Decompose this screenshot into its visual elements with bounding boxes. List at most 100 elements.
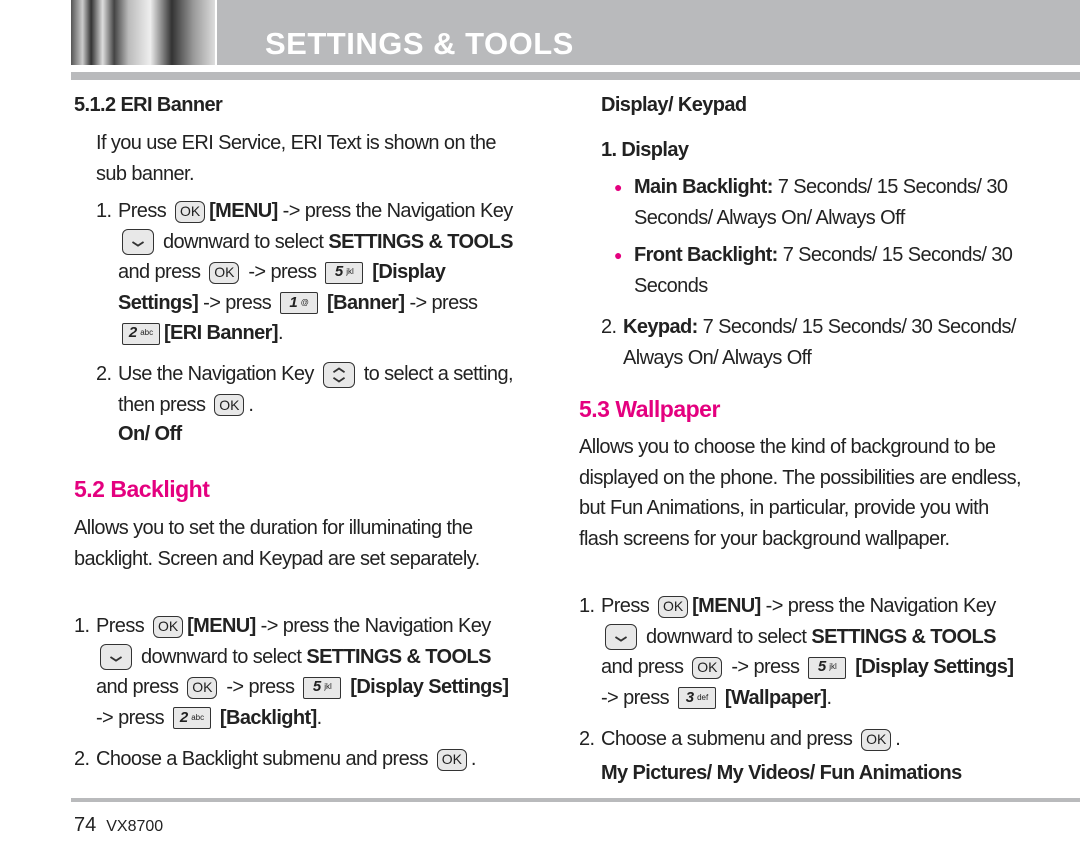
text-body: Choose a Backlight submenu and press OK. — [96, 744, 476, 775]
text-run: 5.3 Wallpaper — [579, 396, 720, 422]
bullet-icon: ● — [614, 179, 622, 195]
text-run: 5.2 Backlight — [74, 476, 210, 502]
text-run: -> press — [243, 261, 322, 283]
text-body: 1. Display — [601, 139, 689, 161]
subheading: My Pictures/ My Videos/ Fun Animations — [601, 758, 1024, 789]
list-item: 1. Press OK [MENU] -> press the Navigation… — [579, 591, 1024, 713]
text-run: [Display Settings] — [345, 676, 509, 698]
subheading: 1. Display — [601, 135, 1024, 166]
text-body: Press OK [MENU] -> press the Navigation K… — [601, 591, 1024, 713]
text-run: . — [826, 686, 832, 709]
text-run: On/ Off — [118, 423, 182, 445]
text-run: [MENU] — [692, 595, 761, 617]
text-run: downward to select — [641, 625, 812, 648]
text-body: Allows you to choose the kind of backgro… — [579, 436, 1022, 550]
text-body: On/ Off — [118, 423, 182, 445]
key-label: OK — [192, 679, 213, 696]
text-run: Choose a submenu and press — [601, 728, 858, 750]
list-number: 2. — [601, 316, 617, 338]
text-run: . — [316, 706, 323, 729]
text-run: SETTINGS & TOOLS — [328, 230, 513, 253]
ok-key-icon: OK — [209, 261, 240, 284]
text-body: Front Backlight: 7 Seconds/ 15 Seconds/ … — [634, 240, 1024, 301]
text-body: 5.2 Backlight — [74, 476, 210, 502]
list-item: 2. Choose a Backlight submenu and press O… — [74, 744, 519, 775]
text-run: Display/ Keypad — [601, 94, 747, 116]
text-body: If you use ERI Service, ERI Text is show… — [96, 132, 497, 185]
text-run: SETTINGS & TOOLS — [306, 645, 491, 668]
text-run: Keypad: — [623, 316, 698, 338]
key-label: OK — [441, 751, 463, 768]
text-run: and press — [601, 656, 689, 678]
text-body: Use the Navigation Key to select a setti… — [118, 359, 519, 420]
nav-down-key-icon — [605, 624, 637, 651]
text-run: -> press — [404, 291, 478, 314]
list-item: 1. Press OK [MENU] -> press the Navigation… — [96, 196, 519, 349]
text-run: 1. Display — [601, 139, 689, 161]
ok-key-icon: OK — [175, 200, 206, 223]
key-k2-icon: 2 abc — [122, 322, 160, 345]
key-letters: jkl — [829, 662, 837, 672]
model-name: VX8700 — [106, 818, 164, 835]
ok-key-icon: OK — [861, 728, 892, 751]
list-number: 2. — [74, 748, 90, 770]
key-digit: 5 — [312, 678, 322, 696]
paragraph: Allows you to set the duration for illum… — [74, 513, 519, 574]
text-run: [Banner] — [322, 291, 405, 314]
text-run: Choose a Backlight submenu and press — [96, 748, 433, 770]
ok-key-icon: OK — [214, 394, 245, 417]
text-run: . — [277, 322, 284, 344]
text-run: [ERI Banner] — [164, 322, 279, 344]
list-item: 1. Press OK [MENU] -> press the Navigation… — [74, 611, 519, 733]
text-run: My Pictures/ My Videos/ Fun Animations — [601, 762, 962, 784]
key-label: OK — [697, 659, 718, 676]
key-digit: 2 — [128, 324, 138, 342]
text-run: -> press the Navigation Key — [277, 200, 514, 222]
key-k5-icon: 5 jkl — [808, 656, 847, 679]
key-label: OK — [157, 618, 179, 635]
text-run: -> press — [221, 676, 300, 698]
text-run: [Wallpaper] — [719, 686, 827, 709]
footer: 74 VX8700 — [74, 814, 163, 837]
list-item: 2. Use the Navigation Key to select a set… — [96, 359, 519, 420]
section-heading: 5.2 Backlight — [74, 474, 519, 505]
key-label: OK — [219, 396, 240, 413]
key-letters: jkl — [346, 267, 354, 277]
text-body: 5.3 Wallpaper — [579, 396, 720, 422]
ok-key-icon: OK — [187, 676, 218, 699]
bullet-icon: ● — [614, 247, 622, 263]
text-run: downward to select — [158, 230, 329, 253]
text-run: [MENU] — [187, 615, 256, 637]
key-k5-icon: 5 jkl — [325, 261, 364, 284]
text-run: 5.1.2 ERI Banner — [74, 94, 223, 116]
paragraph: If you use ERI Service, ERI Text is show… — [96, 128, 519, 189]
list-number: 2. — [96, 363, 112, 385]
text-body: 5.1.2 ERI Banner — [74, 94, 223, 116]
key-letters: abc — [191, 712, 205, 722]
list-number: 2. — [579, 728, 595, 750]
key-label: OK — [214, 264, 235, 281]
key-k5-icon: 5 jkl — [303, 676, 342, 699]
key-digit: 5 — [817, 658, 827, 676]
nav-down-key-icon — [122, 229, 154, 256]
key-k3-icon: 3 def — [677, 687, 716, 710]
text-run: downward to select — [136, 645, 307, 668]
list-number: 1. — [74, 615, 90, 637]
ok-key-icon: OK — [692, 656, 723, 679]
subheading: 5.1.2 ERI Banner — [74, 90, 519, 121]
list-item: 2. Keypad: 7 Seconds/ 15 Seconds/ 30 Seco… — [601, 312, 1024, 373]
text-run: Press — [601, 595, 655, 617]
nav-down-key-icon — [100, 644, 132, 671]
text-run: -> press — [198, 291, 277, 314]
section-heading: 5.3 Wallpaper — [579, 394, 1024, 425]
list-item: ● Main Backlight: 7 Seconds/ 15 Seconds/ … — [614, 172, 1024, 233]
header-divider — [71, 72, 1080, 80]
text-run: Press — [118, 200, 172, 222]
text-run: . — [470, 748, 477, 770]
list-number: 1. — [579, 595, 595, 617]
text-body: Press OK [MENU] -> press the Navigation K… — [118, 196, 519, 349]
key-digit: 2 — [179, 708, 189, 726]
header-photo — [71, 0, 215, 65]
text-body: Display/ Keypad — [601, 94, 747, 116]
key-k1-icon: 1 @ — [280, 292, 319, 315]
